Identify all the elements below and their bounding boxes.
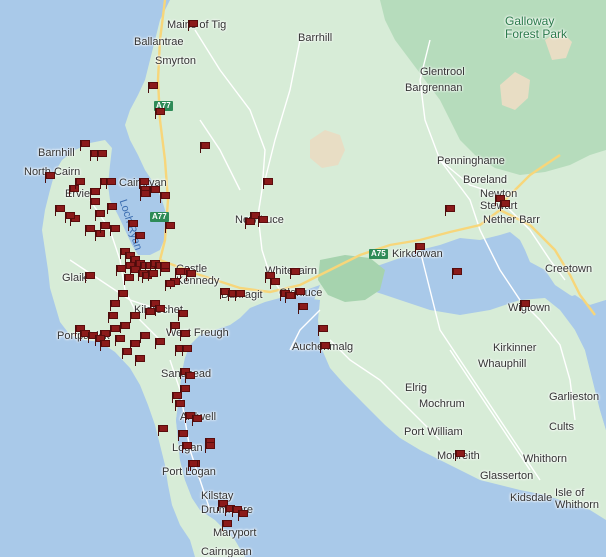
red-flag-icon[interactable] xyxy=(182,345,193,356)
place-label-boreland[interactable]: Boreland xyxy=(463,174,507,186)
place-label-whithorn[interactable]: Whithorn xyxy=(523,453,567,465)
red-flag-icon[interactable] xyxy=(290,268,301,279)
red-flag-icon[interactable] xyxy=(185,372,196,383)
red-flag-icon[interactable] xyxy=(65,212,76,223)
place-label-barnhill[interactable]: Barnhill xyxy=(38,147,75,159)
red-flag-icon[interactable] xyxy=(160,262,171,273)
red-flag-icon[interactable] xyxy=(165,222,176,233)
place-label-port-william[interactable]: Port William xyxy=(404,426,463,438)
red-flag-icon[interactable] xyxy=(455,450,466,461)
place-label-smyrton[interactable]: Smyrton xyxy=(155,55,196,67)
place-label-galloway-forest-park[interactable]: Galloway Forest Park xyxy=(505,15,567,41)
red-flag-icon[interactable] xyxy=(192,415,203,426)
red-flag-icon[interactable] xyxy=(90,198,101,209)
red-flag-icon[interactable] xyxy=(222,520,233,531)
place-label-mochrum[interactable]: Mochrum xyxy=(419,398,465,410)
red-flag-icon[interactable] xyxy=(238,510,249,521)
place-label-bargrennan[interactable]: Bargrennan xyxy=(405,82,463,94)
place-label-creetown[interactable]: Creetown xyxy=(545,263,592,275)
red-flag-icon[interactable] xyxy=(130,312,141,323)
red-flag-icon[interactable] xyxy=(97,150,108,161)
red-flag-icon[interactable] xyxy=(95,210,106,221)
place-label-kidsdale[interactable]: Kidsdale xyxy=(510,492,552,504)
red-flag-icon[interactable] xyxy=(90,188,101,199)
place-label-elrig[interactable]: Elrig xyxy=(405,382,427,394)
red-flag-icon[interactable] xyxy=(155,305,166,316)
place-label-kirkinner[interactable]: Kirkinner xyxy=(493,342,536,354)
red-flag-icon[interactable] xyxy=(148,270,159,281)
place-label-maryport[interactable]: Maryport xyxy=(213,527,256,539)
place-label-cults[interactable]: Cults xyxy=(549,421,574,433)
red-flag-icon[interactable] xyxy=(235,290,246,301)
red-flag-icon[interactable] xyxy=(270,278,281,289)
place-label-glentrool[interactable]: Glentrool xyxy=(420,66,465,78)
red-flag-icon[interactable] xyxy=(188,460,199,471)
red-flag-icon[interactable] xyxy=(188,20,199,31)
red-flag-icon[interactable] xyxy=(135,355,146,366)
red-flag-icon[interactable] xyxy=(115,335,126,346)
place-label-penninghame[interactable]: Penninghame xyxy=(437,155,505,167)
red-flag-icon[interactable] xyxy=(320,342,331,353)
place-label-glaik[interactable]: Glaik xyxy=(62,272,87,284)
red-flag-icon[interactable] xyxy=(445,205,456,216)
red-flag-icon[interactable] xyxy=(178,430,189,441)
red-flag-icon[interactable] xyxy=(106,178,117,189)
red-flag-icon[interactable] xyxy=(178,310,189,321)
red-flag-icon[interactable] xyxy=(108,312,119,323)
red-flag-icon[interactable] xyxy=(180,330,191,341)
red-flag-icon[interactable] xyxy=(122,348,133,359)
red-flag-icon[interactable] xyxy=(295,288,306,299)
red-flag-icon[interactable] xyxy=(263,178,274,189)
red-flag-icon[interactable] xyxy=(155,338,166,349)
red-flag-icon[interactable] xyxy=(452,268,463,279)
red-flag-icon[interactable] xyxy=(186,270,197,281)
red-flag-icon[interactable] xyxy=(128,220,139,231)
red-flag-icon[interactable] xyxy=(258,216,269,227)
place-label-garlieston[interactable]: Garlieston xyxy=(549,391,599,403)
place-label-ballantrae[interactable]: Ballantrae xyxy=(134,36,184,48)
red-flag-icon[interactable] xyxy=(205,442,216,453)
red-flag-icon[interactable] xyxy=(100,222,111,233)
red-flag-icon[interactable] xyxy=(120,322,131,333)
red-flag-icon[interactable] xyxy=(85,225,96,236)
red-flag-icon[interactable] xyxy=(158,425,169,436)
red-flag-icon[interactable] xyxy=(155,108,166,119)
place-label-isle-of-whithorn[interactable]: Isle of Whithorn xyxy=(555,487,599,511)
place-label-glasserton[interactable]: Glasserton xyxy=(480,470,533,482)
red-flag-icon[interactable] xyxy=(298,303,309,314)
red-flag-icon[interactable] xyxy=(140,190,151,201)
red-flag-icon[interactable] xyxy=(200,142,211,153)
red-flag-icon[interactable] xyxy=(148,82,159,93)
red-flag-icon[interactable] xyxy=(135,232,146,243)
red-flag-icon[interactable] xyxy=(520,300,531,311)
red-flag-icon[interactable] xyxy=(500,200,511,211)
red-flag-icon[interactable] xyxy=(175,268,186,279)
red-flag-icon[interactable] xyxy=(175,400,186,411)
red-flag-icon[interactable] xyxy=(182,442,193,453)
red-flag-icon[interactable] xyxy=(45,172,56,183)
road-shield-a77-south: A77 xyxy=(150,212,169,222)
red-flag-icon[interactable] xyxy=(100,340,111,351)
map-canvas[interactable]: Mains of Tig Ballantrae Smyrton Barrhill Gle… xyxy=(0,0,606,557)
red-flag-icon[interactable] xyxy=(124,274,135,285)
road-shield-a75: A75 xyxy=(369,249,388,259)
red-flag-icon[interactable] xyxy=(85,272,96,283)
place-label-whauphill[interactable]: Whauphill xyxy=(478,358,526,370)
place-label-barrhill[interactable]: Barrhill xyxy=(298,32,332,44)
red-flag-icon[interactable] xyxy=(110,225,121,236)
place-label-nether-barr[interactable]: Nether Barr xyxy=(483,214,540,226)
red-flag-icon[interactable] xyxy=(107,203,118,214)
red-flag-icon[interactable] xyxy=(165,280,176,291)
place-label-cairngaan[interactable]: Cairngaan xyxy=(201,546,252,557)
red-flag-icon[interactable] xyxy=(160,192,171,203)
red-flag-icon[interactable] xyxy=(145,308,156,319)
red-flag-icon[interactable] xyxy=(245,218,256,229)
red-flag-icon[interactable] xyxy=(110,300,121,311)
red-flag-icon[interactable] xyxy=(75,178,86,189)
red-flag-icon[interactable] xyxy=(318,325,329,336)
red-flag-icon[interactable] xyxy=(140,332,151,343)
red-flag-icon[interactable] xyxy=(415,243,426,254)
